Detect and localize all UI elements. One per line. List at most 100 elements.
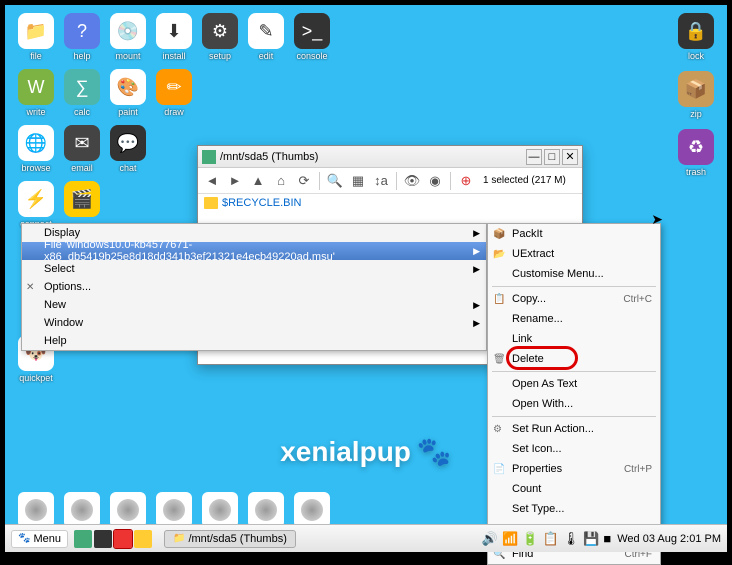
taskbar: Menu /mnt/sda5 (Thumbs) 🔊 📶 🔋 📋 🌡 💾 ■ We… (5, 524, 727, 552)
forward-icon[interactable]: ► (225, 171, 245, 191)
desktop-icon-trash[interactable]: ♻trash (677, 129, 715, 177)
menu-item[interactable]: Help (22, 332, 486, 350)
sort-icon[interactable]: ↕a (371, 171, 391, 191)
chevron-right-icon: ▶ (473, 300, 480, 311)
menu-item-set-type-[interactable]: Set Type... (488, 499, 660, 519)
icon-glyph: ∑ (64, 69, 100, 105)
refresh-icon[interactable]: ⟳ (294, 171, 314, 191)
folder-icon (204, 197, 218, 209)
menu-item-copy-[interactable]: 📋Copy...Ctrl+C (488, 289, 660, 309)
desktop-icon-draw[interactable]: ✏draw (155, 69, 193, 117)
icon-glyph: 🎬 (64, 181, 100, 217)
menu-item-set-run-action-[interactable]: ⚙Set Run Action... (488, 419, 660, 439)
desktop-icon-browse[interactable]: 🌐browse (17, 125, 55, 173)
fit-icon[interactable]: ▦ (348, 171, 368, 191)
desktop-icon-file[interactable]: 📁file (17, 13, 55, 61)
menu-item-uextract[interactable]: 📂UExtract (488, 244, 660, 264)
desktop-icon-lock[interactable]: 🔒lock (677, 13, 715, 61)
disk-icon (64, 492, 100, 528)
menu-item-count[interactable]: Count (488, 479, 660, 499)
window-icon (202, 150, 216, 164)
menu-item-delete[interactable]: 🗑Delete (488, 349, 660, 369)
hidden-icon[interactable]: ◉ (425, 171, 445, 191)
maximize-button[interactable]: □ (544, 149, 560, 165)
launcher-2[interactable] (94, 530, 112, 548)
titlebar[interactable]: /mnt/sda5 (Thumbs) — □ ✕ (198, 146, 582, 168)
shield-icon[interactable]: ■ (603, 531, 611, 546)
desktop-icon-chat[interactable]: 💬chat (109, 125, 147, 173)
menu-item-open-as-text[interactable]: Open As Text (488, 374, 660, 394)
desktop-icon-calc[interactable]: ∑calc (63, 69, 101, 117)
context-menu-secondary[interactable]: 📦PackIt📂UExtractCustomise Menu... 📋Copy..… (487, 223, 661, 565)
chevron-right-icon: ▶ (473, 318, 480, 329)
brand-text: xenialpup (280, 435, 452, 468)
clipboard-icon[interactable]: 📋 (542, 531, 558, 547)
disk-icon (294, 492, 330, 528)
menu-item-open-with-[interactable]: Open With... (488, 394, 660, 414)
taskbar-task[interactable]: /mnt/sda5 (Thumbs) (164, 530, 296, 548)
desktop-icon-mount[interactable]: 💿mount (109, 13, 147, 61)
icon-glyph: 📁 (18, 13, 54, 49)
desktop-icon-email[interactable]: ✉email (63, 125, 101, 173)
menu-item[interactable]: Window▶ (22, 314, 486, 332)
context-menu-primary[interactable]: Display▶File 'windows10.0-kb4577671-x86_… (21, 223, 487, 351)
minimize-button[interactable]: — (526, 149, 542, 165)
home-icon[interactable]: ⌂ (271, 171, 291, 191)
disk-icon (202, 492, 238, 528)
cpu-icon[interactable]: 🌡 (563, 531, 580, 547)
desktop-icon-item[interactable]: 🎬 (63, 181, 101, 219)
volume-icon[interactable]: 🔊 (482, 531, 498, 547)
close-button[interactable]: ✕ (562, 149, 578, 165)
disk-icon[interactable]: 💾 (583, 531, 599, 547)
menu-item-link[interactable]: Link (488, 329, 660, 349)
icon-glyph: ✎ (248, 13, 284, 49)
desktop-icon-zip[interactable]: 📦zip (677, 71, 715, 119)
battery-icon[interactable]: 🔋 (522, 531, 538, 547)
launcher-3[interactable] (114, 530, 132, 548)
status-text: 1 selected (217 M) (483, 175, 566, 186)
chevron-right-icon: ▶ (473, 228, 480, 239)
file-entry[interactable]: $RECYCLE.BIN (198, 194, 582, 212)
icon-glyph: 💬 (110, 125, 146, 161)
icon-glyph: 🌐 (18, 125, 54, 161)
system-tray: 🔊 📶 🔋 📋 🌡 💾 ■ (482, 531, 611, 547)
desktop-icon-help[interactable]: ?help (63, 13, 101, 61)
menu-item[interactable]: File 'windows10.0-kb4577671-x86_db5419b2… (22, 242, 486, 260)
back-icon[interactable]: ◄ (202, 171, 222, 191)
menu-item-packit[interactable]: 📦PackIt (488, 224, 660, 244)
disk-icon (110, 492, 146, 528)
disk-icon (248, 492, 284, 528)
menu-item-properties[interactable]: 📄PropertiesCtrl+P (488, 459, 660, 479)
desktop-icon-paint[interactable]: 🎨paint (109, 69, 147, 117)
desktop-icon-edit[interactable]: ✎edit (247, 13, 285, 61)
clock[interactable]: Wed 03 Aug 2:01 PM (617, 533, 721, 545)
chevron-right-icon: ▶ (473, 246, 480, 257)
icon-glyph: ✉ (64, 125, 100, 161)
menu-button[interactable]: Menu (11, 530, 68, 548)
launcher-4[interactable] (134, 530, 152, 548)
menu-item[interactable]: New▶ (22, 296, 486, 314)
zoom-icon[interactable]: 🔍 (325, 171, 345, 191)
desktop-icon-console[interactable]: >_console (293, 13, 331, 61)
launcher-1[interactable] (74, 530, 92, 548)
desktop-icon-install[interactable]: ⬇install (155, 13, 193, 61)
icon-glyph: W (18, 69, 54, 105)
icon-glyph: ⚙ (202, 13, 238, 49)
menu-item[interactable]: Select▶ (22, 260, 486, 278)
network-icon[interactable]: 📶 (502, 531, 518, 547)
up-icon[interactable]: ▲ (248, 171, 268, 191)
menu-item-customise-menu-[interactable]: Customise Menu... (488, 264, 660, 284)
disk-icon (156, 492, 192, 528)
desktop-icon-connect[interactable]: ⚡connect (17, 181, 55, 229)
chevron-right-icon: ▶ (473, 264, 480, 275)
menu-item[interactable]: ✕Options... (22, 278, 486, 296)
eye-icon[interactable]: 👁 (402, 171, 422, 191)
icon-glyph: ✏ (156, 69, 192, 105)
desktop-icon-write[interactable]: Wwrite (17, 69, 55, 117)
desktop-icon-setup[interactable]: ⚙setup (201, 13, 239, 61)
help-icon[interactable]: ⊕ (456, 171, 476, 191)
quick-launch (74, 530, 152, 548)
menu-item-set-icon-[interactable]: Set Icon... (488, 439, 660, 459)
icon-glyph: ⬇ (156, 13, 192, 49)
menu-item-rename-[interactable]: Rename... (488, 309, 660, 329)
